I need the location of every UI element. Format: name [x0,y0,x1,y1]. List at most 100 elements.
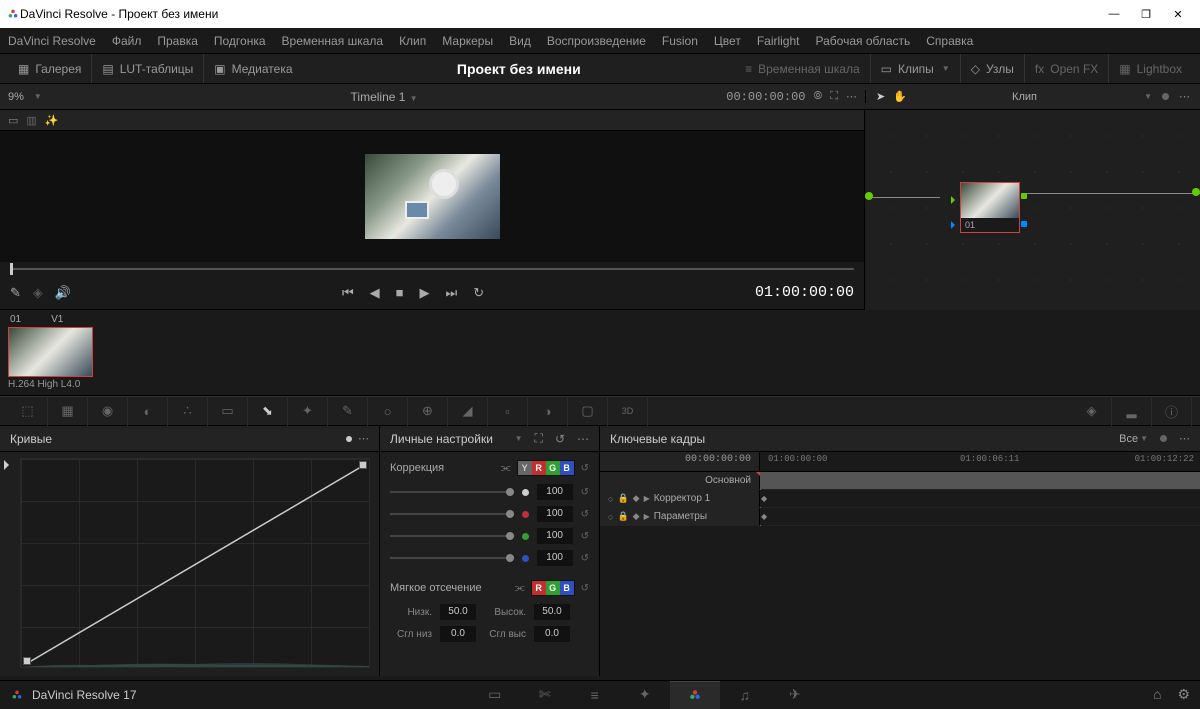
viewer-timecode[interactable]: 00:00:00:00 [726,90,805,104]
node-input-blue[interactable] [951,221,959,229]
value-b[interactable]: 100 [537,550,573,566]
layers-icon[interactable]: ◈ [33,285,43,301]
softclip-b[interactable]: B [560,581,574,595]
luts-button[interactable]: ▤LUT-таблицы [91,54,203,83]
zoom-level[interactable]: 9% [8,91,24,103]
play-icon[interactable]: ▶ [420,285,430,301]
diamond-icon[interactable]: ◆ [633,493,640,504]
curves-mode[interactable]: Личные настройки [390,432,507,446]
clip-item[interactable]: 01V1 H.264 High L4.0 [8,314,93,391]
page-color[interactable] [670,681,720,709]
slider-b[interactable] [390,557,514,559]
clips-button[interactable]: ▭Клипы▼ [870,54,960,83]
expand-icon[interactable]: ⛶ [830,90,838,103]
menu-trim[interactable]: Подгонка [214,34,266,48]
menu-fusion[interactable]: Fusion [662,34,698,48]
chevron-down-icon[interactable]: ▼ [1140,434,1148,443]
softclip-r[interactable]: R [532,581,546,595]
slider-y[interactable] [390,491,514,493]
diamond-icon[interactable]: ◆ [633,511,640,522]
viewer-ruler[interactable] [0,262,864,276]
media-button[interactable]: ▣Медиатека [203,54,302,83]
camera-raw-icon[interactable]: ⬚ [8,396,48,426]
keyframe-mode-icon[interactable]: ○ [608,512,613,522]
kf-params-track[interactable]: ◆ [760,508,1200,525]
keyframes-options-icon[interactable]: ⋯ [1179,432,1190,445]
options-icon[interactable]: ⋯ [577,432,589,446]
split-icon[interactable]: ▥ [26,114,36,127]
key-icon[interactable]: ◑ [528,396,568,426]
menu-timeline[interactable]: Временная шкала [282,34,384,48]
page-media[interactable]: ▭ [470,681,520,709]
bypass-icon[interactable]: ⦾ [813,90,822,103]
sizing-icon[interactable]: ▢ [568,396,608,426]
menu-playback[interactable]: Воспроизведение [547,34,646,48]
gallery-button[interactable]: ▦Галерея [8,54,91,83]
lock-icon[interactable]: 🔒 [617,511,628,522]
node-clip-label[interactable]: Клип [907,91,1142,103]
page-fairlight[interactable]: ♫ [720,681,770,709]
expand-icon[interactable]: ▶ [644,512,650,521]
reset-icon[interactable]: ↺ [581,463,589,474]
hs-value[interactable]: 0.0 [534,626,570,642]
menu-markers[interactable]: Маркеры [442,34,493,48]
settings-gear-icon[interactable]: ⚙ [1177,686,1190,703]
kf-row-corrector[interactable]: ○🔒◆▶Корректор 1 ◆ [600,490,1200,508]
window-icon[interactable]: ○ [368,396,408,426]
loop-icon[interactable]: ↻ [473,285,484,301]
reset-icon[interactable]: ↺ [581,509,589,520]
reset-icon[interactable]: ↺ [581,487,589,498]
page-fusion[interactable]: ✦ [620,681,670,709]
timeline-name[interactable]: Timeline 1 [351,90,406,104]
chevron-down-icon[interactable]: ▼ [34,92,42,101]
slider-g[interactable] [390,535,514,537]
reset-icon[interactable]: ↺ [581,553,589,564]
maximize-button[interactable]: ❐ [1138,6,1154,22]
hdr-icon[interactable]: ◐ [128,396,168,426]
chevron-down-icon[interactable]: ▼ [515,434,523,443]
menu-file[interactable]: Файл [112,34,142,48]
keyframes-icon[interactable]: ◈ [1072,396,1112,426]
curve-graph[interactable] [20,458,370,668]
channel-g[interactable]: G [546,461,560,475]
transport-timecode[interactable]: 01:00:00:00 [755,284,854,301]
qualifier-icon[interactable]: ✎ [328,396,368,426]
node-output-green[interactable] [1021,193,1027,199]
node-output-blue[interactable] [1021,221,1027,227]
prev-icon[interactable]: ◀ [370,285,380,301]
expand-icon[interactable]: ⛶ [535,431,543,446]
color-match-icon[interactable]: ▦ [48,396,88,426]
keyframe-ruler[interactable]: 00:00:00:00 01:00:00:00 01:00:06:11 01:0… [600,452,1200,472]
chevron-down-icon[interactable]: ▼ [407,94,417,103]
menu-view[interactable]: Вид [509,34,531,48]
reset-icon[interactable]: ↺ [581,583,589,594]
channel-y[interactable]: Y [518,461,532,475]
pointer-icon[interactable]: ➤ [876,90,885,103]
overlay-icon[interactable]: ▭ [8,114,18,127]
wheels-icon[interactable]: ◉ [88,396,128,426]
curves-options-icon[interactable]: ⋯ [358,432,369,445]
node-graph[interactable]: 01 [865,110,1200,310]
link-icon[interactable]: ⫘ [515,582,525,595]
home-icon[interactable]: ⌂ [1153,686,1161,703]
link-icon[interactable]: ⫘ [501,462,511,475]
chevron-down-icon[interactable]: ▼ [1144,92,1152,101]
lightbox-button[interactable]: ▦Lightbox [1108,54,1192,83]
ls-value[interactable]: 0.0 [440,626,476,642]
value-r[interactable]: 100 [537,506,573,522]
curves-body[interactable] [0,452,379,674]
keyframe-mode-icon[interactable]: ○ [608,494,613,504]
tracker-icon[interactable]: ⊕ [408,396,448,426]
timeline-mode-button[interactable]: ≡Временная шкала [735,54,870,83]
curve-point-high[interactable] [359,461,367,469]
menu-clip[interactable]: Клип [399,34,426,48]
kf-row-params[interactable]: ○🔒◆▶Параметры ◆ [600,508,1200,526]
curves-icon[interactable]: ⬊ [248,396,288,426]
value-y[interactable]: 100 [537,484,573,500]
nodes-button[interactable]: ◇Узлы [960,54,1024,83]
jump-start-icon[interactable]: ⏮ [342,285,354,301]
scopes-icon[interactable]: ▂ [1112,396,1152,426]
expand-triangle-icon[interactable] [4,460,14,470]
warper-icon[interactable]: ✦ [288,396,328,426]
menu-davinci[interactable]: DaVinci Resolve [8,34,96,48]
